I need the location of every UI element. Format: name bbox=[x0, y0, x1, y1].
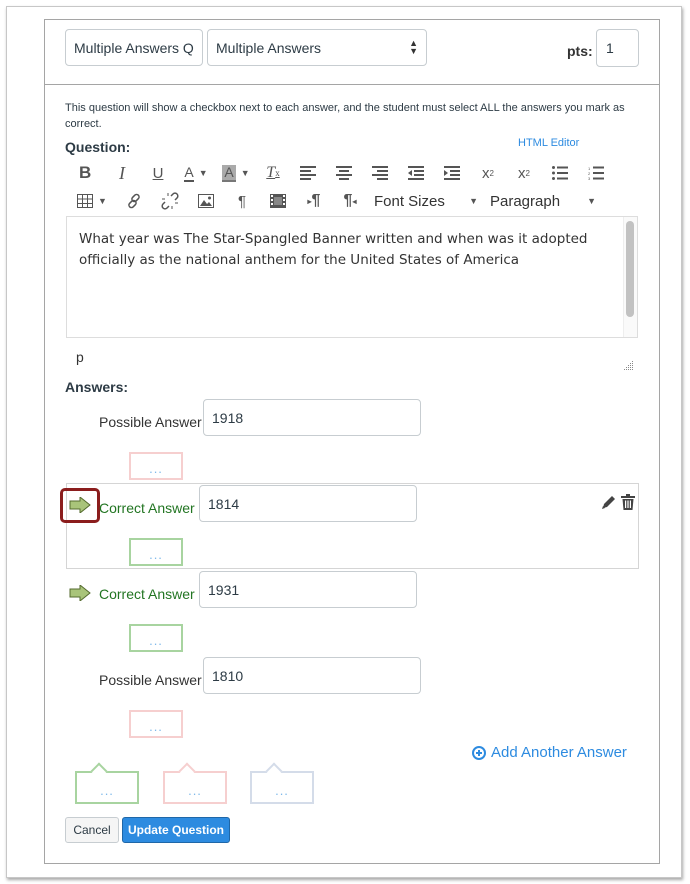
indent-icon[interactable] bbox=[434, 161, 470, 185]
chevron-down-icon: ▼ bbox=[469, 196, 478, 206]
font-sizes-dropdown[interactable]: Font Sizes ▼ bbox=[368, 189, 490, 213]
resize-handle-icon[interactable] bbox=[624, 361, 634, 371]
question-label: Question: bbox=[65, 139, 131, 155]
chevron-down-icon: ▼ bbox=[587, 196, 596, 206]
unlink-icon[interactable] bbox=[152, 189, 188, 213]
paragraph-mark-icon[interactable]: ¶ bbox=[224, 189, 260, 213]
cancel-button[interactable]: Cancel bbox=[65, 817, 119, 843]
answer-type-label[interactable]: Possible Answer bbox=[99, 414, 202, 430]
answer-type-label[interactable]: Possible Answer bbox=[99, 672, 202, 688]
correct-answer-arrow-icon[interactable] bbox=[69, 585, 91, 601]
html-editor-link[interactable]: HTML Editor bbox=[518, 137, 579, 149]
table-icon[interactable]: ▼ bbox=[66, 189, 116, 213]
answer-comment-button[interactable]: ... bbox=[129, 710, 183, 738]
align-left-icon[interactable] bbox=[290, 161, 326, 185]
divider bbox=[659, 85, 660, 121]
answer-comment-button[interactable]: ... bbox=[129, 452, 183, 480]
answer-input[interactable]: 1931 bbox=[199, 571, 417, 608]
link-icon[interactable] bbox=[116, 189, 152, 213]
paragraph-dropdown[interactable]: Paragraph ▼ bbox=[490, 189, 604, 213]
answer-comment-button[interactable]: ... bbox=[129, 624, 183, 652]
answer-input[interactable]: 1918 bbox=[203, 399, 421, 436]
question-title-input[interactable]: Multiple Answers Q bbox=[65, 29, 203, 66]
paragraph-label: Paragraph bbox=[490, 192, 561, 210]
numbered-list-icon[interactable]: 123 bbox=[578, 161, 614, 185]
add-circle-icon bbox=[472, 745, 486, 760]
bold-icon[interactable]: B bbox=[66, 161, 104, 185]
italic-icon[interactable]: I bbox=[104, 161, 140, 185]
incorrect-comment-bubble[interactable]: ... bbox=[163, 771, 227, 804]
question-help-text: This question will show a checkbox next … bbox=[65, 102, 625, 130]
neutral-comment-bubble[interactable]: ... bbox=[250, 771, 314, 804]
align-center-icon[interactable] bbox=[326, 161, 362, 185]
clear-formatting-icon[interactable]: Tx bbox=[256, 161, 290, 185]
points-label: pts: bbox=[567, 43, 593, 59]
subscript-icon[interactable]: x2 bbox=[506, 161, 542, 185]
answer-type-label[interactable]: Correct Answer bbox=[99, 586, 195, 602]
pencil-icon[interactable] bbox=[601, 494, 617, 510]
image-icon[interactable] bbox=[188, 189, 224, 213]
superscript-icon[interactable]: x2 bbox=[470, 161, 506, 185]
update-question-button[interactable]: Update Question bbox=[122, 817, 230, 843]
add-another-answer-label: Add Another Answer bbox=[491, 744, 627, 761]
question-body-text[interactable]: What year was The Star-Spangled Banner w… bbox=[79, 229, 619, 271]
ltr-icon[interactable]: ▸ ¶ bbox=[296, 189, 332, 213]
font-sizes-label: Font Sizes bbox=[374, 192, 445, 210]
outdent-icon[interactable] bbox=[398, 161, 434, 185]
align-right-icon[interactable] bbox=[362, 161, 398, 185]
question-type-select[interactable]: Multiple Answers ▲ ▼ bbox=[207, 29, 427, 66]
points-input[interactable]: 1 bbox=[596, 29, 639, 67]
question-body-editor[interactable]: What year was The Star-Spangled Banner w… bbox=[66, 216, 638, 338]
rtl-icon[interactable]: ¶ ◂ bbox=[332, 189, 368, 213]
text-color-icon[interactable]: A ▼ bbox=[176, 161, 216, 185]
correct-comment-bubble[interactable]: ... bbox=[75, 771, 139, 804]
select-arrows-icon: ▲ ▼ bbox=[409, 38, 418, 56]
underline-icon[interactable]: U bbox=[140, 161, 176, 185]
bullet-list-icon[interactable] bbox=[542, 161, 578, 185]
highlight-annotation bbox=[60, 488, 100, 523]
answer-comment-button[interactable]: ... bbox=[129, 538, 183, 566]
answers-label: Answers: bbox=[65, 379, 129, 395]
background-color-icon[interactable]: A ▼ bbox=[216, 161, 256, 185]
svg-text:3: 3 bbox=[588, 176, 591, 180]
answer-type-label[interactable]: Correct Answer bbox=[99, 500, 195, 516]
answer-input[interactable]: 1810 bbox=[203, 657, 421, 694]
editor-scrollbar[interactable] bbox=[623, 217, 637, 337]
add-another-answer-link[interactable]: Add Another Answer bbox=[472, 744, 627, 761]
trash-icon[interactable] bbox=[621, 494, 635, 510]
editor-scrollbar-thumb[interactable] bbox=[626, 221, 634, 317]
question-type-value: Multiple Answers bbox=[216, 40, 322, 56]
editor-toolbar-row-1: B I U A ▼ A ▼ Tx x2 x2 123 bbox=[66, 161, 614, 185]
element-path-indicator[interactable]: p bbox=[76, 349, 84, 365]
editor-toolbar-row-2: ▼ ¶ ▸ ¶ ¶ ◂ Font Sizes ▼ Paragraph ▼ bbox=[66, 189, 604, 213]
answer-input[interactable]: 1814 bbox=[199, 485, 417, 522]
media-icon[interactable] bbox=[260, 189, 296, 213]
